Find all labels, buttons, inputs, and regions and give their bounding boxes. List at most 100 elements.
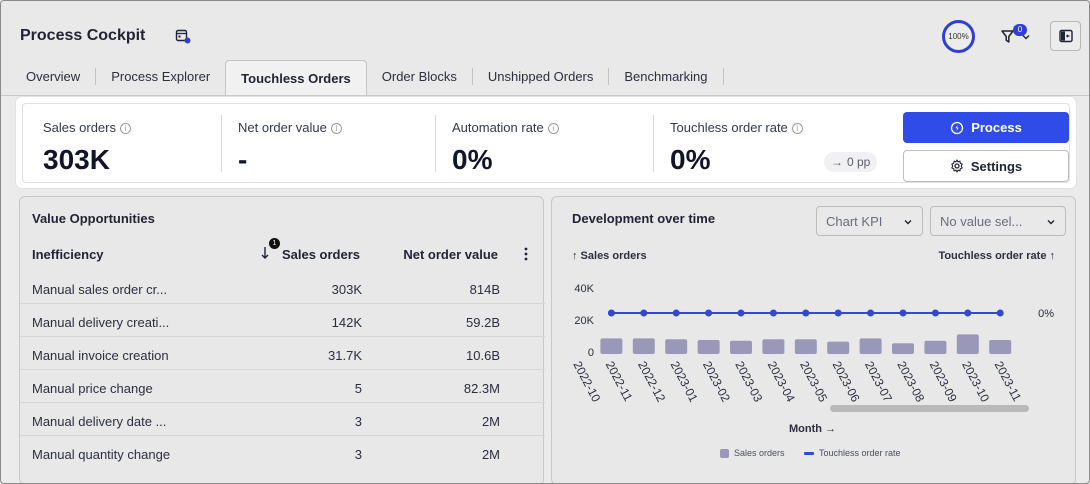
more-options-icon[interactable]: [522, 246, 530, 262]
development-chart[interactable]: 020K40K0%2022-10 2022-11 2022-12 2023-01 202…: [552, 197, 1075, 437]
sales-orders-bar: [632, 338, 655, 354]
kpi-card: Sales orders i 303K Net order value i - Au…: [16, 97, 1076, 188]
touchless-rate-point: [964, 309, 972, 317]
x-tick-label: 2023-06: [830, 359, 863, 405]
x-tick-label: 2023-11: [992, 359, 1025, 404]
filter-button[interactable]: 0: [1000, 23, 1034, 49]
page-title: Process Cockpit: [20, 27, 146, 44]
y2-tick-label: 0%: [1038, 308, 1054, 320]
info-icon[interactable]: i: [119, 123, 131, 134]
process-button[interactable]: Process: [903, 112, 1069, 143]
sales-orders-bar: [762, 339, 785, 354]
info-icon[interactable]: i: [547, 123, 559, 134]
x-tick-label: 2023-09: [927, 359, 960, 405]
process-button-label: Process: [971, 120, 1022, 135]
chart-scrollbar[interactable]: [830, 405, 1029, 412]
sales-orders-bar: [665, 339, 688, 354]
sales-orders-bar: [956, 334, 979, 354]
legend-item-sales-orders[interactable]: Sales orders: [720, 448, 785, 458]
touchless-rate-point: [931, 309, 939, 317]
sales-orders-bar: [827, 341, 850, 354]
sales-orders-bar: [730, 340, 752, 354]
table-row[interactable]: Manual invoice creation 31.7K 10.6B: [20, 337, 545, 370]
kpi-value: 0%: [452, 144, 493, 175]
column-header-net-order-value[interactable]: Net order value: [403, 247, 498, 262]
x-axis-title: Month →: [789, 423, 837, 435]
settings-button-label: Settings: [970, 158, 1023, 174]
legend-item-touchless-rate[interactable]: Touchless order rate: [804, 448, 901, 458]
table-row[interactable]: Manual quantity change 3 2M: [20, 436, 545, 469]
touchless-rate-point: [737, 309, 745, 317]
cell-sales-orders: 3: [354, 414, 362, 429]
tab-order-blocks[interactable]: Order Blocks: [367, 62, 472, 90]
x-tick-label: 2023-02: [700, 359, 733, 405]
touchless-rate-point: [607, 309, 615, 317]
gear-icon: [951, 159, 963, 173]
kpi-label: Touchless order rate i: [670, 120, 803, 135]
kpi-value: 303K: [43, 144, 110, 175]
touchless-rate-point: [769, 309, 777, 317]
cell-inefficiency: Manual price change: [32, 381, 153, 396]
toggle-panel-button[interactable]: [1050, 21, 1081, 51]
sales-orders-bar: [697, 340, 720, 354]
header-bar: Process Cockpit 100% 0 Overview Process …: [1, 1, 1089, 97]
info-icon[interactable]: i: [791, 123, 803, 134]
legend-label: Touchless order rate: [819, 448, 901, 458]
column-header-sales-orders[interactable]: Sales orders: [282, 247, 360, 262]
tab-bar: Overview Process Explorer Touchless Orde…: [11, 60, 724, 97]
x-tick-label: 2023-08: [894, 359, 927, 405]
tab-unshipped-orders[interactable]: Unshipped Orders: [473, 62, 609, 90]
cell-inefficiency: Manual sales order cr...: [32, 282, 168, 297]
kpi-value: 0%: [670, 144, 711, 175]
cell-inefficiency: Manual delivery creati...: [32, 315, 170, 330]
x-tick-label: 2022-10: [570, 359, 603, 405]
tab-benchmarking[interactable]: Benchmarking: [609, 62, 722, 90]
development-panel: Development over time Chart KPI No value…: [551, 196, 1076, 483]
app-window: Process Cockpit 100% 0 Overview Process …: [0, 0, 1090, 484]
tab-process-explorer[interactable]: Process Explorer: [96, 62, 225, 90]
cell-net-order-value: 2M: [481, 414, 500, 429]
kpi-divider: [653, 115, 654, 172]
kpi-row: Sales orders i 303K Net order value i - Au…: [22, 103, 1070, 183]
kpi-divider: [221, 115, 222, 172]
touchless-rate-point: [640, 309, 648, 317]
info-icon[interactable]: i: [330, 123, 342, 134]
cell-net-order-value: 2M: [481, 447, 500, 462]
sort-order-badge: 1: [269, 238, 280, 249]
cell-sales-orders: 303K: [331, 282, 362, 297]
y-tick-label: 40K: [574, 283, 594, 295]
kpi-delta-value: 0 pp: [847, 155, 871, 169]
tab-overview[interactable]: Overview: [11, 62, 95, 90]
tab-touchless-orders[interactable]: Touchless Orders: [225, 60, 367, 95]
sales-orders-bar: [600, 338, 623, 354]
y-tick-label: 0: [588, 347, 594, 359]
filter-count-badge: 0: [1013, 24, 1027, 36]
table-row[interactable]: Manual delivery date ... 3 2M: [20, 403, 545, 436]
tab-divider: [722, 68, 724, 85]
table-row[interactable]: Manual price change 5 82.3M: [20, 370, 545, 403]
x-tick-label: 2023-07: [862, 359, 895, 405]
kpi-value: -: [238, 144, 248, 175]
zoom-indicator[interactable]: 100%: [942, 20, 975, 53]
x-tick-label: 2022-12: [635, 359, 668, 405]
table-row[interactable]: Manual delivery creati... 142K 59.2B: [20, 304, 545, 337]
sidebar-panel-icon: [1058, 29, 1073, 43]
x-tick-label: 2023-10: [959, 359, 992, 405]
x-tick-label: 2023-03: [732, 359, 765, 405]
process-icon: [951, 121, 964, 134]
sales-orders-bar: [794, 339, 817, 354]
calendar-icon[interactable]: [175, 28, 191, 44]
touchless-rate-point: [834, 309, 842, 317]
cell-net-order-value: 814B: [469, 282, 500, 297]
touchless-rate-point: [899, 309, 907, 317]
settings-button[interactable]: Settings: [903, 150, 1069, 182]
x-tick-label: 2023-05: [797, 359, 830, 405]
arrow-right-icon: →: [831, 155, 843, 169]
touchless-rate-point: [672, 309, 680, 317]
legend-swatch: [720, 448, 729, 458]
kpi-divider: [435, 115, 436, 172]
cell-net-order-value: 82.3M: [463, 381, 500, 396]
column-header-inefficiency[interactable]: Inefficiency: [32, 247, 104, 262]
table-row[interactable]: Manual sales order cr... 303K 814B: [20, 271, 545, 304]
value-opportunities-panel: Value Opportunities Inefficiency 1 Sales…: [19, 196, 545, 483]
